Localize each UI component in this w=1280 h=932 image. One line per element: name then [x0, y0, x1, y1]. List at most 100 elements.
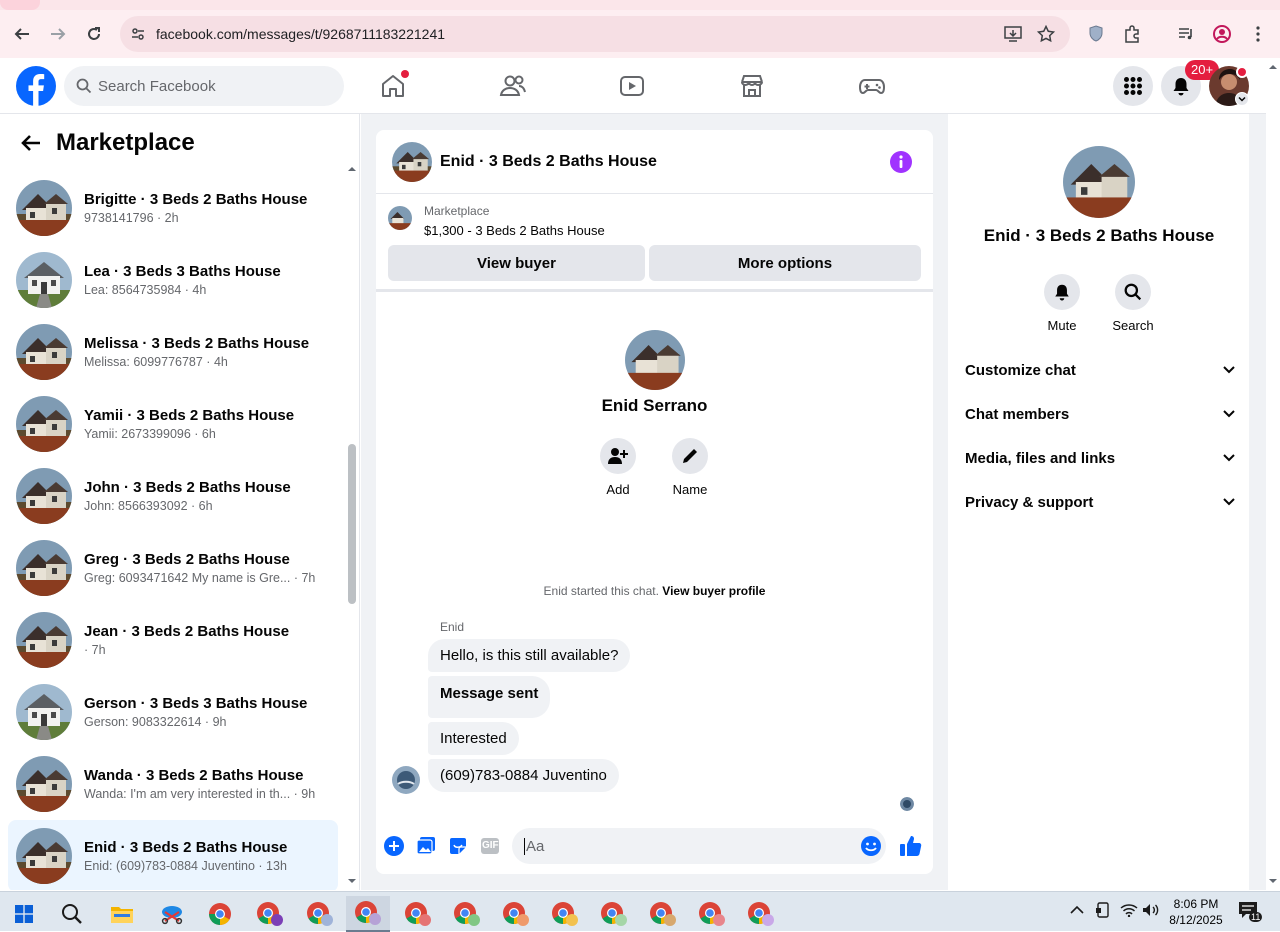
- windows-start-icon[interactable]: [2, 896, 46, 932]
- chrome-profile-icon[interactable]: [494, 896, 538, 932]
- message-input[interactable]: Aa: [512, 828, 886, 864]
- conversation-title: Wanda · 3 Beds 2 Baths House: [84, 767, 304, 784]
- listing-thumbnail: [16, 828, 72, 884]
- extensions-puzzle-icon[interactable]: [1114, 16, 1150, 52]
- marketplace-label: Marketplace: [424, 204, 490, 218]
- mute-label: Mute: [1047, 318, 1077, 333]
- chrome-profile-icon[interactable]: [543, 896, 587, 932]
- search-in-chat-button[interactable]: Search: [1103, 274, 1163, 333]
- tray-device-icon[interactable]: [1096, 902, 1110, 918]
- details-avatar[interactable]: [1063, 146, 1135, 218]
- account-chevron-icon[interactable]: [1235, 92, 1249, 106]
- listing-title[interactable]: $1,300 - 3 Beds 2 Baths House: [424, 223, 605, 238]
- photo-icon[interactable]: [416, 836, 436, 856]
- chrome-icon[interactable]: [198, 896, 242, 932]
- menu-grid-button[interactable]: [1113, 66, 1153, 106]
- extension-shield-icon[interactable]: [1078, 16, 1114, 52]
- chrome-profile-active-icon[interactable]: [346, 896, 390, 932]
- address-bar[interactable]: facebook.com/messages/t/9268711183221241: [120, 16, 1070, 52]
- media-control-icon[interactable]: [1168, 16, 1204, 52]
- message-bubble[interactable]: Message sent: [428, 676, 551, 718]
- left-scrollbar[interactable]: [346, 164, 358, 890]
- chrome-profile-icon[interactable]: [641, 896, 685, 932]
- site-info-icon[interactable]: [130, 26, 146, 42]
- conversation-item[interactable]: Brigitte · 3 Beds 2 Baths House 97381417…: [8, 172, 338, 244]
- forward-icon[interactable]: [40, 16, 76, 52]
- browser-menu-icon[interactable]: [1240, 16, 1276, 52]
- conversation-item[interactable]: Wanda · 3 Beds 2 Baths House Wanda: I'm …: [8, 748, 338, 820]
- chrome-profile-icon[interactable]: [739, 896, 783, 932]
- emoji-icon[interactable]: [860, 835, 882, 857]
- chrome-profile-icon[interactable]: [592, 896, 636, 932]
- conversation-item[interactable]: Enid · 3 Beds 2 Baths House Enid: (609)7…: [8, 820, 338, 890]
- sticker-icon[interactable]: [448, 836, 468, 856]
- plus-icon[interactable]: [384, 836, 404, 856]
- message-bubble[interactable]: (609)783-0884 Juventino: [428, 759, 619, 792]
- conversation-item[interactable]: Jean · 3 Beds 2 Baths House · 7h: [8, 604, 338, 676]
- customize-chat-row[interactable]: Customize chat: [965, 348, 1235, 392]
- back-icon[interactable]: [4, 16, 40, 52]
- install-app-icon[interactable]: [1004, 25, 1022, 43]
- chrome-profile-icon[interactable]: [396, 896, 440, 932]
- facebook-logo[interactable]: [16, 66, 56, 106]
- system-clock[interactable]: 8:06 PM 8/12/2025: [1164, 896, 1228, 928]
- snipping-tool-icon[interactable]: [150, 896, 194, 932]
- conversation-item[interactable]: Greg · 3 Beds 2 Baths House Greg: 609347…: [8, 532, 338, 604]
- facebook-search[interactable]: Search Facebook: [64, 66, 344, 106]
- profile-icon[interactable]: [1204, 16, 1240, 52]
- nav-marketplace-icon[interactable]: [732, 70, 772, 102]
- taskbar-search-icon[interactable]: [50, 896, 94, 932]
- chrome-profile-c-icon[interactable]: [248, 896, 292, 932]
- chat-avatar[interactable]: [392, 141, 432, 182]
- wifi-icon[interactable]: [1120, 903, 1138, 917]
- section-label: Media, files and links: [965, 449, 1116, 467]
- url-text[interactable]: facebook.com/messages/t/9268711183221241: [156, 26, 445, 42]
- info-icon[interactable]: [890, 151, 912, 173]
- chrome-profile-icon[interactable]: [690, 896, 734, 932]
- conversation-item[interactable]: Melissa · 3 Beds 2 Baths House Melissa: …: [8, 316, 338, 388]
- nav-friends-icon[interactable]: [493, 70, 533, 102]
- message-bubble[interactable]: Hello, is this still available?: [428, 639, 631, 672]
- buyer-avatar[interactable]: [624, 330, 685, 390]
- conversation-preview: Melissa: 6099776787 · 4h: [84, 355, 228, 369]
- page-scrollbar[interactable]: [1266, 58, 1280, 890]
- active-tab[interactable]: [0, 0, 40, 10]
- nav-gaming-icon[interactable]: [852, 70, 892, 102]
- bookmark-star-icon[interactable]: [1037, 25, 1055, 43]
- chrome-profile-icon[interactable]: [445, 896, 489, 932]
- chrome-profile-icon[interactable]: [298, 896, 342, 932]
- chat-started-notice: Enid started this chat. View buyer profi…: [376, 584, 933, 598]
- conversation-item[interactable]: John · 3 Beds 2 Baths House John: 856639…: [8, 460, 338, 532]
- add-button[interactable]: Add: [588, 438, 648, 497]
- more-options-button[interactable]: More options: [649, 245, 921, 281]
- file-explorer-icon[interactable]: [100, 896, 144, 932]
- volume-icon[interactable]: [1142, 903, 1160, 917]
- mute-button[interactable]: Mute: [1032, 274, 1092, 333]
- conversation-item[interactable]: Yamii · 3 Beds 2 Baths House Yamii: 2673…: [8, 388, 338, 460]
- listing-thumbnail[interactable]: [388, 206, 412, 230]
- reload-icon[interactable]: [76, 16, 112, 52]
- nav-video-icon[interactable]: [612, 70, 652, 102]
- conversation-item[interactable]: Lea · 3 Beds 3 Baths House Lea: 85647359…: [8, 244, 338, 316]
- back-arrow-icon[interactable]: [20, 134, 42, 152]
- nickname-button[interactable]: Name: [660, 438, 720, 497]
- scroll-thumb[interactable]: [348, 444, 356, 604]
- tray-chevron-up-icon[interactable]: [1070, 905, 1084, 915]
- listing-thumbnail: [16, 396, 72, 452]
- gif-icon[interactable]: GIF: [480, 836, 500, 856]
- view-buyer-button[interactable]: View buyer: [388, 245, 645, 281]
- view-buyer-profile-link[interactable]: View buyer profile: [662, 584, 765, 598]
- bell-icon: [1173, 78, 1189, 96]
- listing-thumbnail: [16, 468, 72, 524]
- composer-placeholder: Aa: [524, 838, 545, 855]
- privacy-support-row[interactable]: Privacy & support: [965, 480, 1235, 524]
- page-title: Marketplace: [56, 129, 195, 156]
- message-bubble[interactable]: Interested: [428, 722, 519, 755]
- media-files-links-row[interactable]: Media, files and links: [965, 436, 1235, 480]
- sender-avatar[interactable]: [392, 766, 420, 794]
- nav-home-icon[interactable]: [373, 70, 413, 102]
- conversation-item[interactable]: Gerson · 3 Beds 3 Baths House Gerson: 90…: [8, 676, 338, 748]
- like-thumb-icon[interactable]: [899, 834, 923, 858]
- chat-members-row[interactable]: Chat members: [965, 392, 1235, 436]
- chevron-down-icon: [1223, 498, 1235, 506]
